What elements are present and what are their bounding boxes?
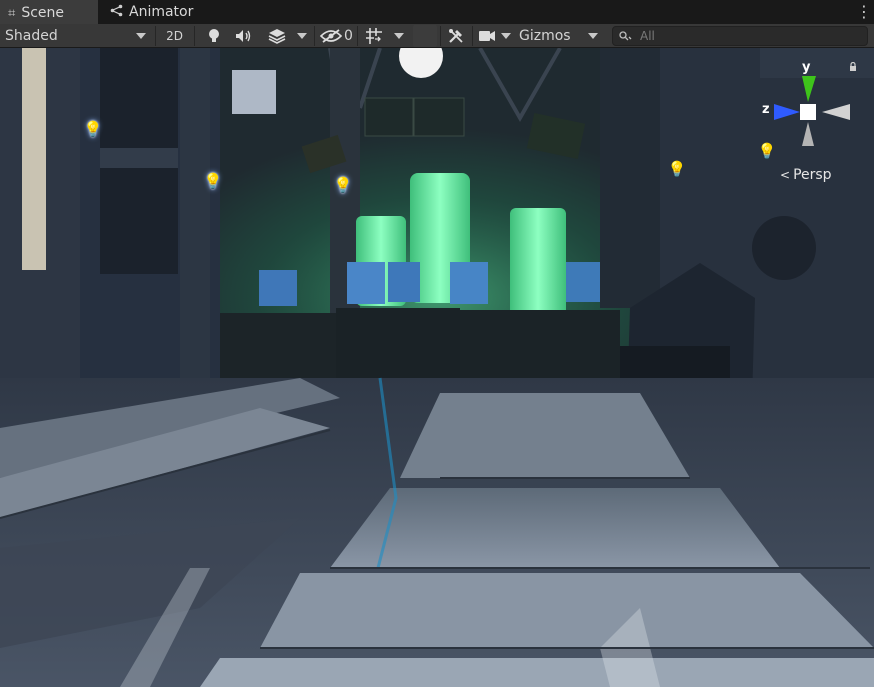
grid-icon: ⌗ xyxy=(8,5,16,21)
draw-mode-dropdown[interactable]: Shaded xyxy=(0,25,154,47)
scene-render xyxy=(0,48,874,687)
audio-toggle-button[interactable] xyxy=(230,25,258,47)
gizmos-button[interactable]: Gizmos xyxy=(516,25,580,47)
draw-mode-value: Shaded xyxy=(5,28,58,44)
y-axis-label: y xyxy=(802,60,811,75)
effects-toggle-button[interactable] xyxy=(262,25,292,47)
toggle-2d-button[interactable]: 2D xyxy=(160,25,189,47)
tools-icon xyxy=(449,29,463,43)
center-cube xyxy=(800,104,816,120)
speaker-icon xyxy=(236,30,251,42)
tab-animator[interactable]: Animator xyxy=(104,0,204,24)
chevron-left-icon: < xyxy=(780,168,791,182)
tab-animator-label: Animator xyxy=(129,4,194,20)
light-bulb-icon[interactable]: 💡 xyxy=(332,174,354,196)
lightbulb-icon xyxy=(209,29,219,42)
toolbar-divider xyxy=(357,26,358,46)
toolbar-divider xyxy=(314,26,315,46)
chevron-down-icon xyxy=(394,33,404,39)
toolbar-divider xyxy=(440,26,441,46)
grid-snap-toggle[interactable] xyxy=(361,25,387,47)
lock-icon[interactable] xyxy=(848,62,858,72)
search-field[interactable] xyxy=(612,26,868,46)
camera-dropdown[interactable] xyxy=(497,25,515,47)
tools-button[interactable] xyxy=(444,25,468,47)
y-axis-handle xyxy=(802,76,816,102)
search-input[interactable] xyxy=(638,28,862,44)
z-axis-label: z xyxy=(762,102,770,117)
tab-scene[interactable]: ⌗ Scene xyxy=(0,0,98,24)
camera-settings-button[interactable] xyxy=(476,25,498,47)
z-axis-handle xyxy=(774,104,800,120)
chevron-down-icon xyxy=(588,33,598,39)
scene-view-option-button[interactable] xyxy=(413,25,437,47)
projection-label: Persp xyxy=(793,167,832,183)
lighting-toggle-button[interactable] xyxy=(200,25,228,47)
scene-viewport[interactable]: 💡 💡 💡 💡 💡 y z < Persp xyxy=(0,48,874,687)
toolbar-divider xyxy=(155,26,156,46)
animator-icon xyxy=(110,4,123,21)
window-tab-bar: ⌗ Scene Animator ⋮ xyxy=(0,0,874,25)
eye-slash-icon xyxy=(320,29,342,43)
more-options-icon[interactable]: ⋮ xyxy=(856,2,872,22)
hidden-objects-toggle[interactable]: 0 xyxy=(318,25,356,47)
toolbar-divider xyxy=(194,26,195,46)
chevron-down-icon xyxy=(136,33,146,39)
camera-icon xyxy=(479,31,495,41)
grid-dropdown[interactable] xyxy=(389,25,409,47)
neg-y-axis-handle xyxy=(802,122,814,146)
hidden-count: 0 xyxy=(344,28,353,44)
effects-dropdown[interactable] xyxy=(292,25,312,47)
light-bulb-icon[interactable]: 💡 xyxy=(202,170,224,192)
layers-icon xyxy=(268,29,286,44)
chevron-down-icon xyxy=(501,33,511,39)
projection-toggle[interactable]: < Persp xyxy=(780,167,832,183)
gizmos-dropdown[interactable] xyxy=(582,25,604,47)
light-bulb-icon[interactable]: 💡 xyxy=(666,158,688,180)
gizmos-label: Gizmos xyxy=(519,28,571,44)
scene-toolbar: Shaded 2D 0 Gizmos All xyxy=(0,24,874,48)
tab-scene-label: Scene xyxy=(21,5,65,21)
search-icon xyxy=(619,31,632,41)
chevron-down-icon xyxy=(297,33,307,39)
toggle-2d-label: 2D xyxy=(166,29,183,43)
grid-snap-icon xyxy=(366,28,382,44)
x-axis-handle xyxy=(822,104,850,120)
toolbar-divider xyxy=(472,26,473,46)
light-bulb-icon[interactable]: 💡 xyxy=(82,118,104,140)
